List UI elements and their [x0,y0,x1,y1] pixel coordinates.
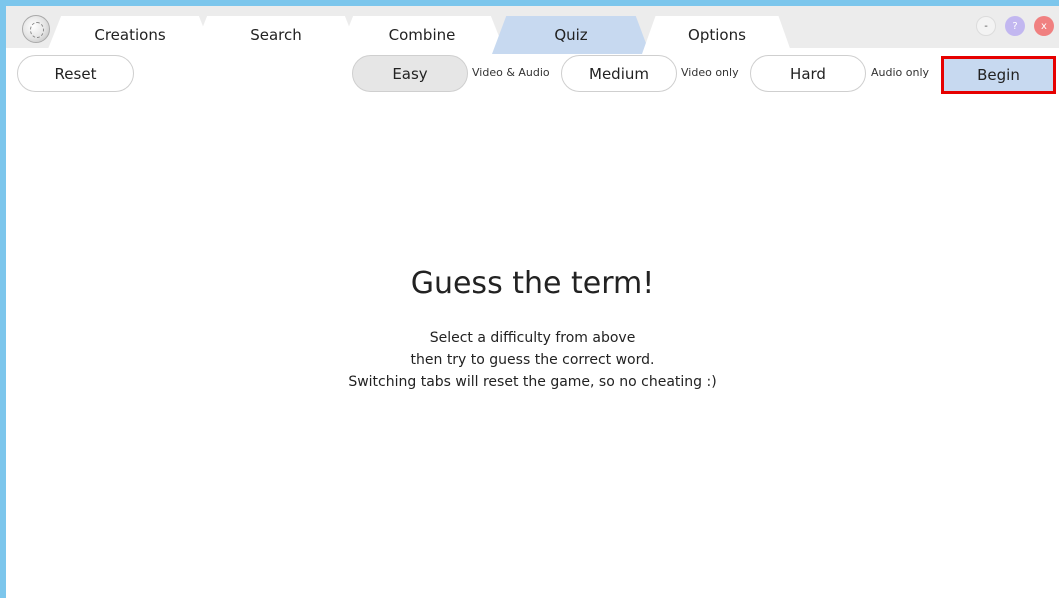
tab-search[interactable]: Search [192,16,360,54]
tab-label: Creations [94,26,166,44]
tab-quiz[interactable]: Quiz [492,16,650,54]
hard-description: Audio only [871,66,930,79]
tab-creations[interactable]: Creations [46,16,214,54]
tab-combine[interactable]: Combine [338,16,506,54]
easy-description: Video & Audio [472,66,550,79]
medium-button[interactable]: Medium [561,55,677,92]
instruction-line: Switching tabs will reset the game, so n… [348,374,717,390]
instruction-line: then try to guess the correct word. [410,352,655,368]
close-button[interactable]: x [1034,16,1054,36]
tab-label: Combine [388,26,456,44]
easy-button[interactable]: Easy [352,55,468,92]
medium-description: Video only [681,66,739,79]
quiz-heading: Guess the term! [410,266,655,301]
app-window: Creations Search Combine Quiz Options - … [0,0,1059,598]
tab-label: Search [250,26,302,44]
reset-button[interactable]: Reset [17,55,134,92]
tab-label: Options [688,26,746,44]
window-border-top [0,0,1059,6]
begin-button[interactable]: Begin [941,56,1056,94]
instruction-line: Select a difficulty from above [429,330,636,346]
tab-options[interactable]: Options [642,16,792,54]
tab-bar: Creations Search Combine Quiz Options [6,6,1059,54]
tab-label: Quiz [554,26,588,44]
hard-button[interactable]: Hard [750,55,866,92]
minimize-button[interactable]: - [976,16,996,36]
help-button[interactable]: ? [1005,16,1025,36]
